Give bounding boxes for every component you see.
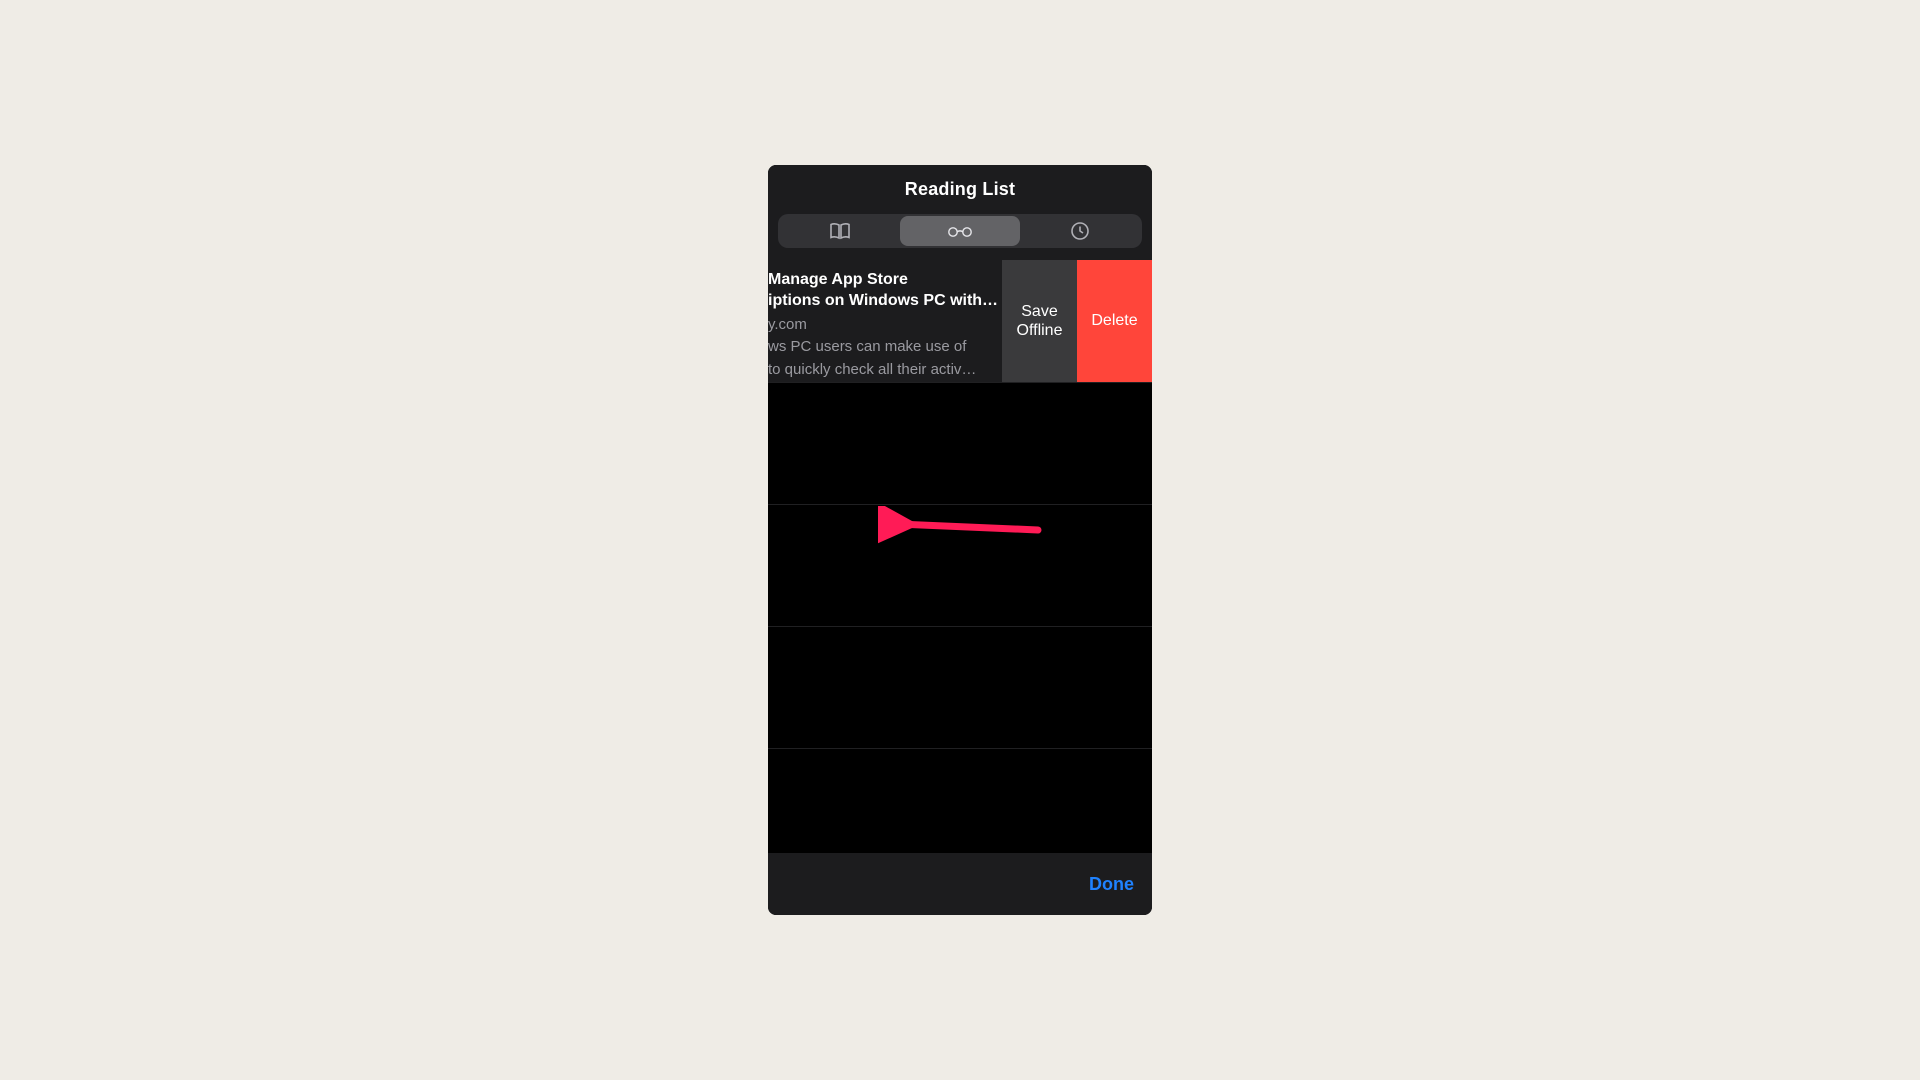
book-icon [829,222,851,240]
empty-row [768,626,1152,748]
clock-icon [1070,221,1090,241]
save-offline-button[interactable]: Save Offline [1002,260,1077,382]
glasses-icon [946,224,974,238]
tab-history[interactable] [1020,216,1140,246]
list-row-swiped: Manage App Store iptions on Windows PC w… [768,260,1152,382]
tab-bookmarks[interactable] [780,216,900,246]
empty-rows [768,382,1152,853]
delete-button[interactable]: Delete [1077,260,1152,382]
empty-row [768,748,1152,853]
empty-row [768,382,1152,504]
tab-reading-list[interactable] [900,216,1020,246]
header: Reading List [768,165,1152,260]
done-button[interactable]: Done [1089,874,1134,895]
empty-row [768,504,1152,626]
footer-toolbar: Done [768,853,1152,915]
phone-screenshot: Reading List [768,165,1152,915]
content-area: Manage App Store iptions on Windows PC w… [768,260,1152,853]
page-title: Reading List [768,179,1152,200]
segmented-control [778,214,1142,248]
